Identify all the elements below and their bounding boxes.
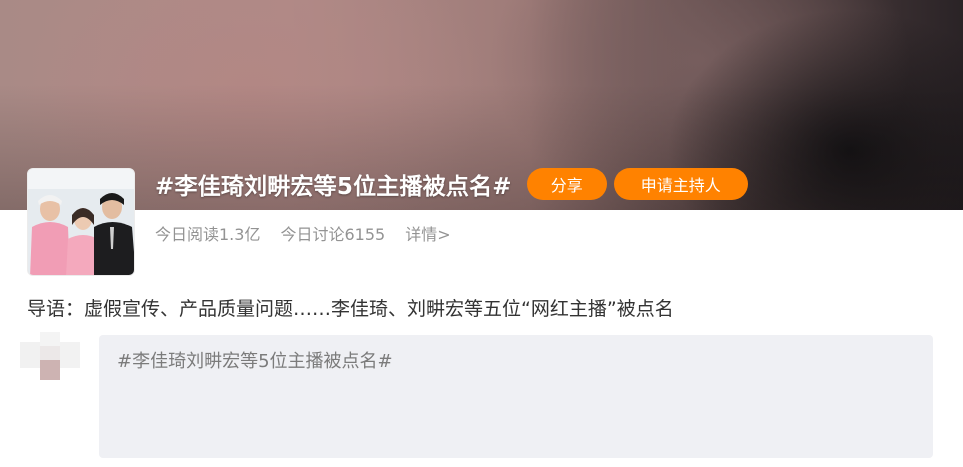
detail-link[interactable]: 详情> bbox=[405, 221, 450, 245]
apply-host-button[interactable]: 申请主持人 bbox=[613, 168, 748, 200]
today-discussions: 今日讨论6155 bbox=[280, 225, 386, 244]
composer-text: #李佳琦刘畊宏等5位主播被点名# bbox=[117, 351, 393, 372]
today-reads: 今日阅读1.3亿 bbox=[155, 225, 261, 244]
share-button[interactable]: 分享 bbox=[526, 168, 607, 200]
topic-title-row: #李佳琦刘畊宏等5位主播被点名# 分享 申请主持人 bbox=[155, 166, 748, 202]
post-composer[interactable]: #李佳琦刘畊宏等5位主播被点名# bbox=[99, 335, 933, 458]
topic-title: #李佳琦刘畊宏等5位主播被点名# bbox=[155, 174, 512, 200]
topic-cover-image bbox=[27, 168, 135, 276]
topic-intro: 导语：虚假宣传、产品质量问题……李佳琦、刘畊宏等五位“网红主播”被点名 bbox=[27, 298, 674, 320]
user-avatar bbox=[20, 332, 80, 382]
topic-stats: 今日阅读1.3亿 今日讨论6155 详情> bbox=[155, 221, 451, 245]
